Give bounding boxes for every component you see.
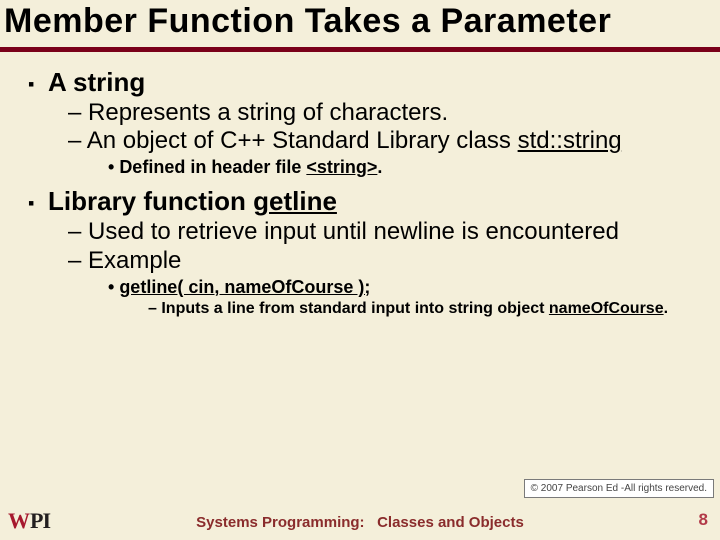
code-getline-call: getline( cin, nameOfCourse ); (119, 277, 370, 297)
code-string-header: <string> (306, 157, 377, 177)
footer-label-b: Classes and Objects (377, 514, 524, 531)
sub-bullet-example: – Example (68, 247, 706, 276)
footer-label-a: Systems Programming: (196, 514, 364, 531)
sub-bullet-object-of: – An object of C++ Standard Library clas… (68, 127, 706, 156)
code-nameofcourse: nameOfCourse (549, 300, 664, 317)
text: Example (88, 247, 181, 274)
bullet-text: A string (48, 67, 145, 97)
bullet-square-icon: ▪ (28, 73, 48, 96)
copyright-box: © 2007 Pearson Ed -All rights reserved. (524, 479, 714, 498)
bullet-library-function: ▪Library function getline (28, 185, 706, 218)
logo-pi: PI (30, 508, 50, 534)
slide-title: Member Function Takes a Parameter (0, 0, 720, 52)
page-number: 8 (699, 510, 708, 530)
text: An object of C++ Standard Library class (87, 127, 518, 154)
code-getline: getline (253, 186, 337, 216)
wpi-logo: WPI (8, 508, 50, 534)
slide-footer: WPI Systems Programming: Classes and Obj… (0, 504, 720, 540)
text: Inputs a line from standard input into s… (161, 300, 549, 317)
code-std-string: std::string (518, 127, 622, 154)
text: Defined in header file (119, 157, 306, 177)
text: . (664, 300, 668, 317)
sub-sub-bullet-defined: • Defined in header file <string>. (108, 156, 706, 179)
sub-sub-sub-bullet-inputs: – Inputs a line from standard input into… (148, 299, 706, 320)
text: . (377, 157, 382, 177)
sub-bullet-used-to: – Used to retrieve input until newline i… (68, 218, 706, 247)
bullet-square-icon: ▪ (28, 192, 48, 215)
text: Represents a string of characters. (88, 99, 448, 126)
text: Used to retrieve input until newline is … (88, 218, 619, 245)
footer-center-text: Systems Programming: Classes and Objects (0, 514, 720, 531)
sub-sub-bullet-getline-call: • getline( cin, nameOfCourse ); (108, 276, 706, 299)
text: Library function (48, 186, 253, 216)
slide-body: ▪A string – Represents a string of chara… (0, 52, 720, 320)
sub-bullet-represents: – Represents a string of characters. (68, 99, 706, 128)
bullet-a-string: ▪A string (28, 66, 706, 99)
logo-w: W (8, 508, 28, 534)
